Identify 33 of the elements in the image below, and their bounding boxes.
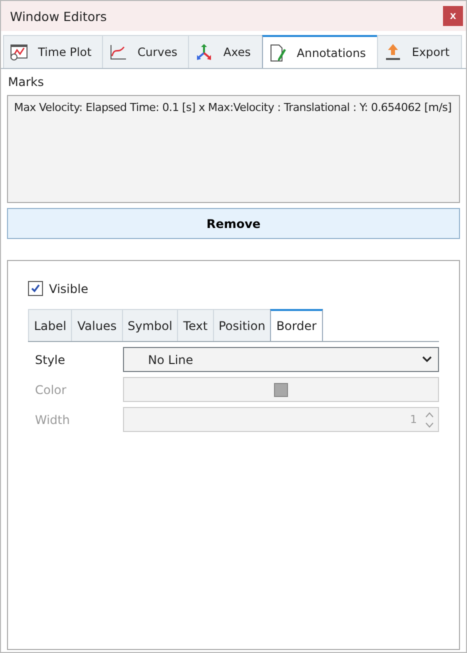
tab[interactable]: Text <box>177 309 214 341</box>
plot-icon <box>10 43 28 61</box>
marks-list[interactable]: Max Velocity: Elapsed Time: 0.1 [s] x Max:Velocity : Translational : Y: 0.654062 [m/s] <box>7 95 460 203</box>
tab[interactable]: Time Plot <box>3 35 104 68</box>
checkbox-label: Visible <box>49 282 88 296</box>
style-dropdown[interactable]: No Line <box>123 347 439 372</box>
close-button[interactable]: x <box>443 6 463 26</box>
upload-icon <box>384 43 402 61</box>
field-label: Width <box>34 412 71 426</box>
checkbox[interactable] <box>28 281 43 296</box>
tab[interactable]: Symbol <box>122 309 178 341</box>
remove-button[interactable]: Remove <box>7 208 460 239</box>
tab[interactable]: Annotations <box>262 35 378 68</box>
list-item[interactable]: Max Velocity: Elapsed Time: 0.1 [s] x Max:Velocity : Translational : Y: 0.654062 [m/s] <box>14 101 453 114</box>
spin-arrows-icon <box>425 410 434 428</box>
color-picker[interactable] <box>123 377 439 402</box>
tab[interactable]: Axes <box>188 35 263 68</box>
tab[interactable]: Curves <box>102 35 190 68</box>
field-label: Style <box>34 352 66 366</box>
tab[interactable]: Position <box>212 309 272 341</box>
check-icon <box>30 283 41 294</box>
tab[interactable]: Export <box>376 35 462 68</box>
axes-icon <box>195 43 214 61</box>
section-label: Marks <box>7 75 45 91</box>
document-pen-icon <box>268 44 287 62</box>
window-title: Window Editors <box>10 8 107 24</box>
tab[interactable]: Values <box>71 309 123 341</box>
tab[interactable]: Label <box>28 309 72 341</box>
field-label: Color <box>34 382 68 396</box>
curve-icon <box>109 43 128 61</box>
tab[interactable]: Border <box>270 309 323 341</box>
color-swatch <box>274 382 288 396</box>
chevron-down-icon <box>422 356 432 363</box>
